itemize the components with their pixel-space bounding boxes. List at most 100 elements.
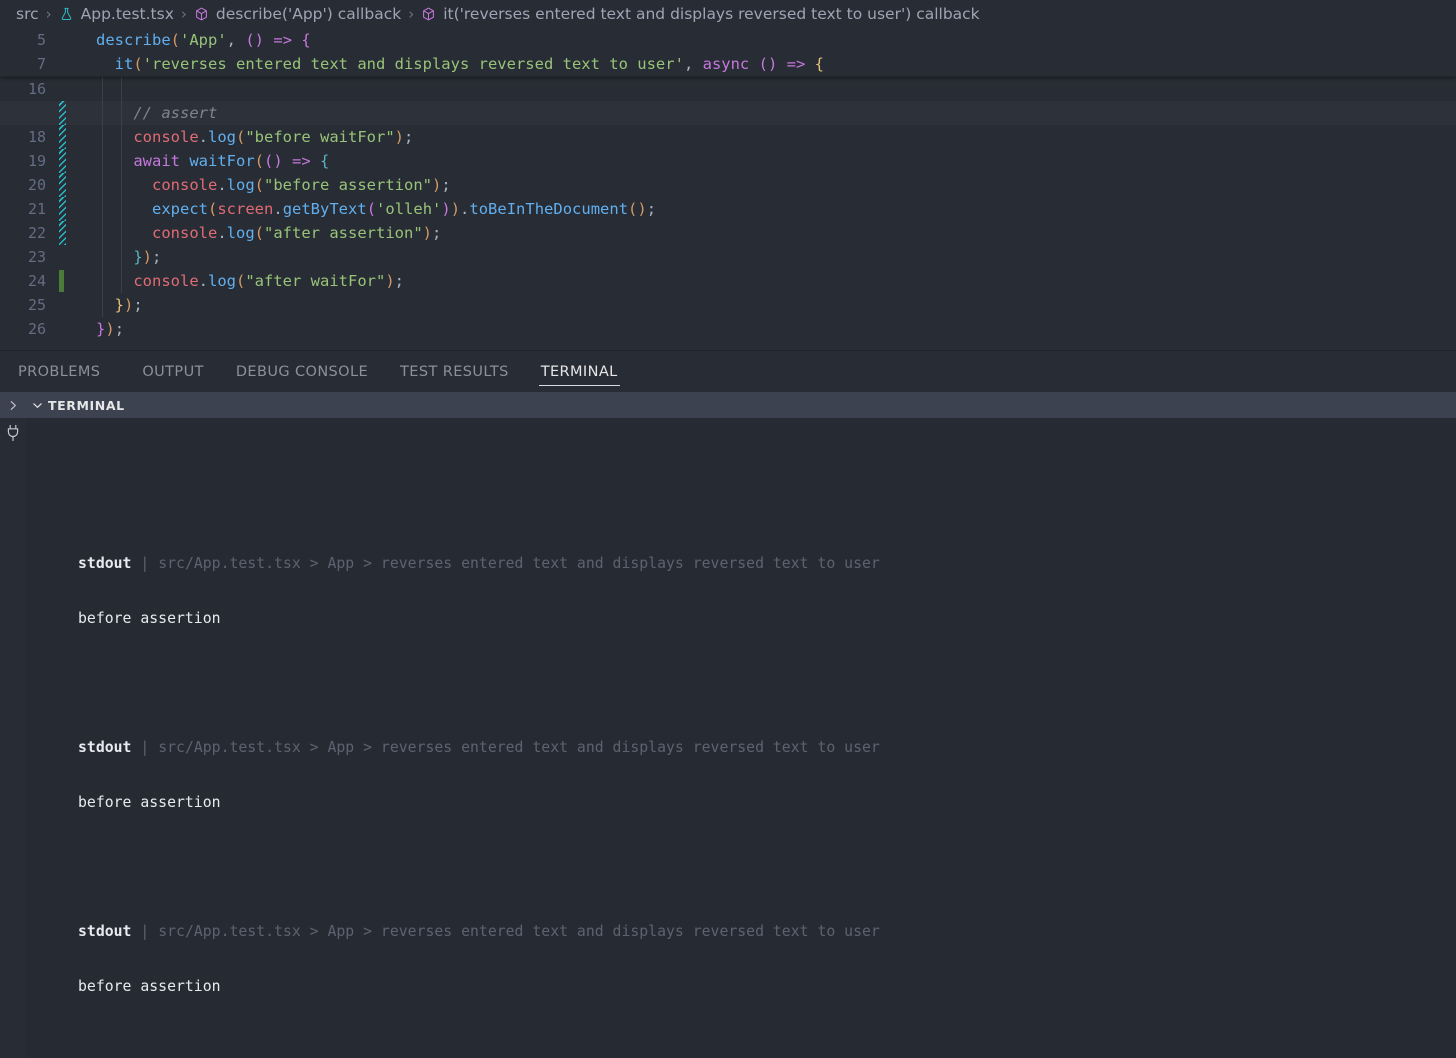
terminal-stdout-line: stdout | src/App.test.tsx > App > revers… xyxy=(78,555,1456,573)
stdout-message: before assertion xyxy=(78,794,221,812)
breadcrumb: src › App.test.tsx › describe('App') cal… xyxy=(0,0,1456,28)
lightbulb-slot xyxy=(68,28,92,52)
gutter-decoration xyxy=(56,52,68,76)
stdout-pipe: | xyxy=(140,554,150,572)
code-text: }); xyxy=(96,320,125,338)
chevron-down-icon[interactable] xyxy=(26,400,48,411)
lightbulb-slot xyxy=(68,173,92,197)
lightbulb-slot xyxy=(68,245,92,269)
stdout-message: before assertion xyxy=(78,978,221,996)
code-line: 20 console.log("before assertion"); xyxy=(0,173,1456,197)
line-number: 22 xyxy=(27,224,46,242)
line-number: 5 xyxy=(36,31,46,49)
terminal-message-line: before assertion xyxy=(78,978,1456,996)
lightbulb-slot xyxy=(68,269,92,293)
stdout-path: src/App.test.tsx > App > reverses entere… xyxy=(158,738,880,756)
code-line: 19 await waitFor(() => { xyxy=(0,149,1456,173)
code-line: 21 expect(screen.getByText('olleh')).toB… xyxy=(0,197,1456,221)
gutter-decoration xyxy=(56,149,68,173)
tab-problems[interactable]: PROBLEMS xyxy=(18,351,116,392)
gutter-decoration xyxy=(56,293,68,317)
breadcrumb-label-it: it('reverses entered text and displays r… xyxy=(443,5,980,23)
cube-icon xyxy=(194,6,209,22)
code-line: 5 describe('App', () => { xyxy=(0,28,1456,52)
code-text: await waitFor(() => { xyxy=(92,149,1456,173)
terminal-stdout-line: stdout | src/App.test.tsx > App > revers… xyxy=(78,739,1456,757)
terminal-stdout-line: stdout | src/App.test.tsx > App > revers… xyxy=(78,923,1456,941)
tab-debug-console[interactable]: DEBUG CONSOLE xyxy=(220,351,384,392)
line-number: 26 xyxy=(27,320,46,338)
terminal-message-line: before assertion xyxy=(78,610,1456,628)
modified-line-marker xyxy=(56,269,68,293)
code-text: console.log("after waitFor"); xyxy=(92,269,1456,293)
code-text: console.log("before assertion"); xyxy=(92,173,1456,197)
breadcrumb-label-src: src xyxy=(16,5,39,23)
line-number: 7 xyxy=(36,55,46,73)
line-number: 23 xyxy=(27,248,46,266)
line-number: 24 xyxy=(27,272,46,290)
tab-output[interactable]: OUTPUT xyxy=(126,351,220,392)
code-line: 22 console.log("after assertion"); xyxy=(0,221,1456,245)
stdout-pipe: | xyxy=(140,922,150,940)
stdout-message: before assertion xyxy=(78,610,221,628)
terminal-output[interactable]: stdout | src/App.test.tsx > App > revers… xyxy=(26,418,1456,1058)
stdout-path: src/App.test.tsx > App > reverses entere… xyxy=(158,554,880,572)
code-line: 24 console.log("after waitFor"); xyxy=(0,269,1456,293)
stdout-pipe: | xyxy=(140,738,150,756)
stdout-path: src/App.test.tsx > App > reverses entere… xyxy=(158,922,880,940)
line-number: 25 xyxy=(27,296,46,314)
gutter-decoration xyxy=(56,125,68,149)
terminal-section-header: TERMINAL xyxy=(0,392,1456,418)
breadcrumb-label-file: App.test.tsx xyxy=(80,5,174,23)
lightbulb-slot xyxy=(68,149,92,173)
line-number: 19 xyxy=(27,152,46,170)
tab-test-results[interactable]: TEST RESULTS xyxy=(384,351,525,392)
terminal-panel: stdout | src/App.test.tsx > App > revers… xyxy=(0,418,1456,1058)
chevron-right-icon[interactable] xyxy=(0,400,26,411)
code-text: }); xyxy=(92,245,1456,269)
gutter-decoration xyxy=(56,197,68,221)
lightbulb-slot xyxy=(68,52,92,76)
sticky-scroll: 5 describe('App', () => { 7 it('reverses… xyxy=(0,28,1456,77)
lightbulb-slot xyxy=(68,293,92,317)
code-line: 23 }); xyxy=(0,245,1456,269)
stdout-label: stdout xyxy=(78,922,132,940)
code-line: 26 }); xyxy=(0,317,1456,341)
breadcrumb-item-describe[interactable]: describe('App') callback xyxy=(194,5,401,23)
breadcrumb-label-describe: describe('App') callback xyxy=(215,5,402,23)
code-editor[interactable]: 5 describe('App', () => { 7 it('reverses… xyxy=(0,28,1456,350)
code-text: console.log("after assertion"); xyxy=(92,221,1456,245)
lightbulb-slot xyxy=(68,221,92,245)
code-line: 16 xyxy=(0,77,1456,101)
cube-icon xyxy=(421,6,436,22)
gutter-decoration xyxy=(56,221,68,245)
tab-test-results-label: TEST RESULTS xyxy=(400,363,509,380)
breadcrumb-item-file[interactable]: App.test.tsx xyxy=(59,5,174,23)
terminal-side-rail xyxy=(0,418,26,1058)
stdout-label: stdout xyxy=(78,738,132,756)
gutter-decoration xyxy=(56,28,68,52)
gutter-decoration xyxy=(56,77,68,101)
breadcrumb-item-src[interactable]: src xyxy=(16,5,39,23)
line-number: 18 xyxy=(27,128,46,146)
tab-terminal[interactable]: TERMINAL xyxy=(525,351,634,392)
code-text xyxy=(92,77,1456,101)
flask-icon xyxy=(59,6,74,22)
vscode-window: src › App.test.tsx › describe('App') cal… xyxy=(0,0,1456,1058)
code-line: 25 }); xyxy=(0,293,1456,317)
plug-icon[interactable] xyxy=(5,424,21,447)
line-number: 21 xyxy=(27,200,46,218)
line-number: 16 xyxy=(27,80,46,98)
lightbulb-slot xyxy=(68,77,92,101)
lightbulb-slot xyxy=(68,317,92,341)
gutter-decoration xyxy=(56,317,68,341)
line-number: 20 xyxy=(27,176,46,194)
breadcrumb-item-it[interactable]: it('reverses entered text and displays r… xyxy=(421,5,980,23)
lightbulb-slot xyxy=(68,197,92,221)
code-line: 7 it('reverses entered text and displays… xyxy=(0,52,1456,76)
code-line-active: 17 // assert xyxy=(0,101,1456,125)
lightbulb-slot xyxy=(68,125,92,149)
gutter-decoration xyxy=(56,245,68,269)
terminal-message-line: before assertion xyxy=(78,794,1456,812)
breadcrumb-separator: › xyxy=(408,5,415,23)
